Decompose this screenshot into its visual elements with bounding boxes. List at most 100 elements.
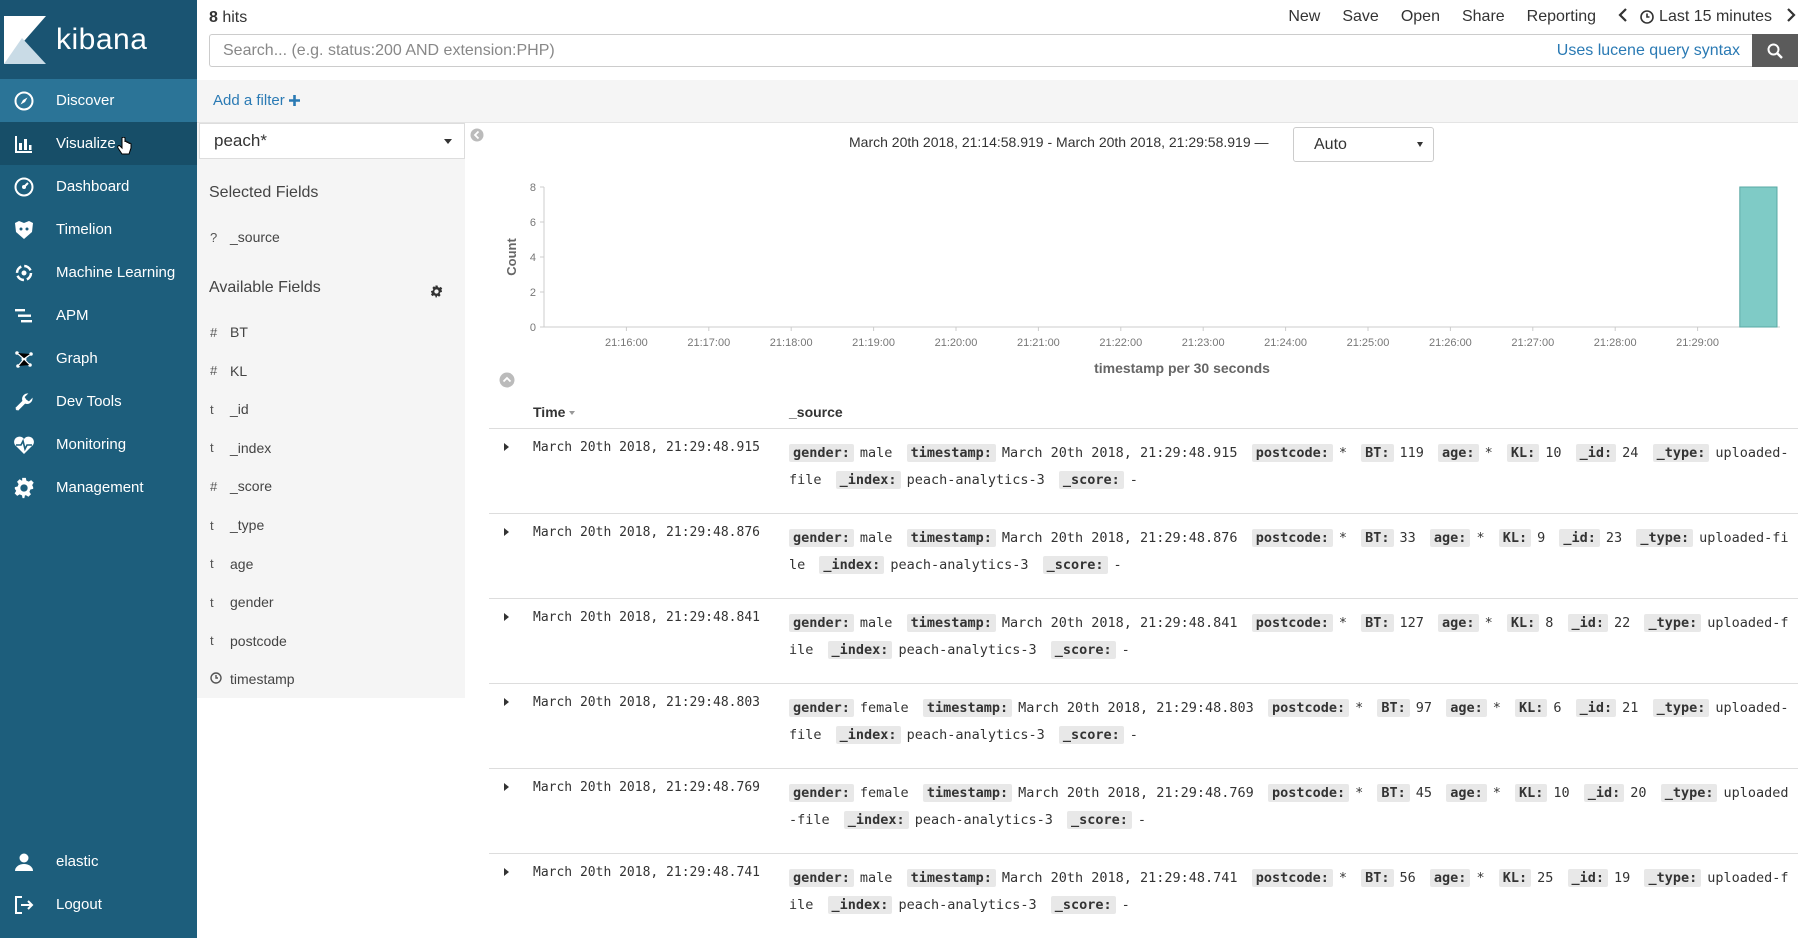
source-field-value: 8 <box>1545 615 1554 631</box>
time-picker[interactable]: Last 15 minutes <box>1640 8 1772 26</box>
field-type-icon: t <box>210 401 214 417</box>
field-name: KL <box>230 362 248 379</box>
clock-icon <box>210 672 230 687</box>
sidebar-item-dashboard[interactable]: Dashboard <box>0 165 197 208</box>
plus-icon <box>288 95 300 106</box>
new-button[interactable]: New <box>1288 8 1320 26</box>
lucene-syntax-link[interactable]: Uses lucene query syntax <box>1557 42 1740 60</box>
row-time: March 20th 2018, 21:29:48.841 <box>533 610 760 625</box>
sidebar-item-label: Logout <box>56 896 102 913</box>
sidebar-item-management[interactable]: Management <box>0 466 197 509</box>
field-item[interactable]: t age <box>210 553 253 575</box>
field-item[interactable]: t _id <box>210 398 249 420</box>
open-button[interactable]: Open <box>1401 8 1440 26</box>
hits-count: 8 hits <box>209 9 248 26</box>
field-item[interactable]: # KL <box>210 360 247 382</box>
source-field-key: _score: <box>1067 811 1132 829</box>
sidebar-item-user[interactable]: elastic <box>0 840 197 883</box>
field-item[interactable]: # _score <box>210 475 272 497</box>
source-field-key: _type: <box>1652 699 1710 717</box>
source-field-value: - <box>1113 557 1122 573</box>
collapse-chart-icon[interactable] <box>499 372 515 388</box>
field-type-icon: t <box>210 440 214 456</box>
sidebar-item-discover[interactable]: Discover <box>0 79 197 122</box>
source-field-value: March 20th 2018, 21:29:48.769 <box>1018 785 1254 801</box>
expand-row-icon[interactable] <box>504 443 509 451</box>
row-source: gender: female timestamp: March 20th 2018,… <box>789 780 1789 834</box>
source-field-key: _type: <box>1644 614 1702 632</box>
expand-row-icon[interactable] <box>504 868 509 876</box>
expand-row-icon[interactable] <box>504 783 509 791</box>
histogram-chart: 0 2 4 6 8 21:16:00 21:17:00 21:18:00 21:19:00 21:… <box>504 182 1780 376</box>
source-field-value: - <box>1129 727 1138 743</box>
apm-icon <box>12 304 36 328</box>
expand-row-icon[interactable] <box>504 698 509 706</box>
table-row[interactable]: March 20th 2018, 21:29:48.876 gender: male… <box>489 513 1798 598</box>
time-range-text: March 20th 2018, 21:14:58.919 - March 20… <box>849 134 1269 150</box>
x-tick-label: 21:27:00 <box>1511 337 1554 349</box>
table-row[interactable]: March 20th 2018, 21:29:48.769 gender: fema… <box>489 768 1798 853</box>
index-pattern-select[interactable]: peach* <box>199 123 465 159</box>
source-field-value: - <box>1129 472 1138 488</box>
source-field-key: _index: <box>819 556 885 574</box>
field-item[interactable]: t postcode <box>210 630 287 652</box>
field-item[interactable]: t gender <box>210 591 274 613</box>
field-type-icon: ? <box>210 229 218 245</box>
share-button[interactable]: Share <box>1462 8 1505 26</box>
reporting-button[interactable]: Reporting <box>1527 8 1596 26</box>
source-field-key: _index: <box>843 811 909 829</box>
source-field-key: _score: <box>1058 726 1124 744</box>
kibana-brand[interactable]: kibana <box>0 0 197 80</box>
field-item[interactable]: t _index <box>210 437 271 459</box>
source-field-value: 22 <box>1614 615 1631 631</box>
sidebar-item-machine-learning[interactable]: Machine Learning <box>0 251 197 294</box>
time-next-icon[interactable] <box>1786 7 1796 27</box>
field-item[interactable]: timestamp <box>210 668 295 690</box>
source-field-key: age: <box>1438 614 1479 632</box>
table-row[interactable]: March 20th 2018, 21:29:48.803 gender: fema… <box>489 683 1798 768</box>
field-item[interactable]: ? _source <box>210 226 280 248</box>
add-filter-button[interactable]: Add a filter <box>213 92 300 109</box>
field-item[interactable]: # BT <box>210 321 248 343</box>
row-source: gender: male timestamp: March 20th 2018, 2… <box>789 525 1789 579</box>
collapse-sidebar-icon[interactable] <box>470 128 484 142</box>
source-field-key: timestamp: <box>906 869 996 887</box>
source-field-value: * <box>1492 700 1501 716</box>
expand-row-icon[interactable] <box>504 613 509 621</box>
field-name: _id <box>230 401 249 418</box>
sidebar-item-visualize[interactable]: Visualize <box>0 122 197 165</box>
sidebar-item-graph[interactable]: Graph <box>0 337 197 380</box>
expand-row-icon[interactable] <box>504 528 509 536</box>
source-field-value: 33 <box>1399 530 1416 546</box>
time-column-header[interactable]: Time <box>533 404 576 420</box>
source-field-value: - <box>1121 642 1130 658</box>
source-field-key: postcode: <box>1251 444 1333 462</box>
time-prev-icon[interactable] <box>1618 7 1628 27</box>
interval-select[interactable]: Auto <box>1293 127 1434 162</box>
search-button[interactable] <box>1752 34 1798 67</box>
source-field-value: * <box>1338 445 1347 461</box>
sidebar-item-label: Monitoring <box>56 436 127 453</box>
row-time: March 20th 2018, 21:29:48.876 <box>533 525 760 540</box>
index-pattern-label: peach* <box>214 131 267 150</box>
sidebar-item-logout[interactable]: Logout <box>0 883 197 926</box>
source-field-value: peach-analytics-3 <box>898 897 1037 913</box>
sidebar-item-apm[interactable]: APM <box>0 294 197 337</box>
field-item[interactable]: t _type <box>210 514 264 536</box>
row-time: March 20th 2018, 21:29:48.769 <box>533 780 760 795</box>
sidebar-item-label: Management <box>56 479 144 496</box>
source-field-value: male <box>859 445 893 461</box>
sidebar-item-monitoring[interactable]: Monitoring <box>0 423 197 466</box>
sidebar-item-dev-tools[interactable]: Dev Tools <box>0 380 197 423</box>
source-field-key: BT: <box>1361 869 1394 887</box>
source-field-value: 25 <box>1537 870 1554 886</box>
search-input[interactable] <box>223 41 1123 60</box>
source-field-value: 10 <box>1545 445 1562 461</box>
save-button[interactable]: Save <box>1342 8 1378 26</box>
source-field-value: male <box>859 615 893 631</box>
field-settings-gear-icon[interactable] <box>430 285 443 298</box>
table-row[interactable]: March 20th 2018, 21:29:48.741 gender: male… <box>489 853 1798 938</box>
table-row[interactable]: March 20th 2018, 21:29:48.841 gender: male… <box>489 598 1798 683</box>
table-row[interactable]: March 20th 2018, 21:29:48.915 gender: male… <box>489 428 1798 513</box>
sidebar-item-timelion[interactable]: Timelion <box>0 208 197 251</box>
